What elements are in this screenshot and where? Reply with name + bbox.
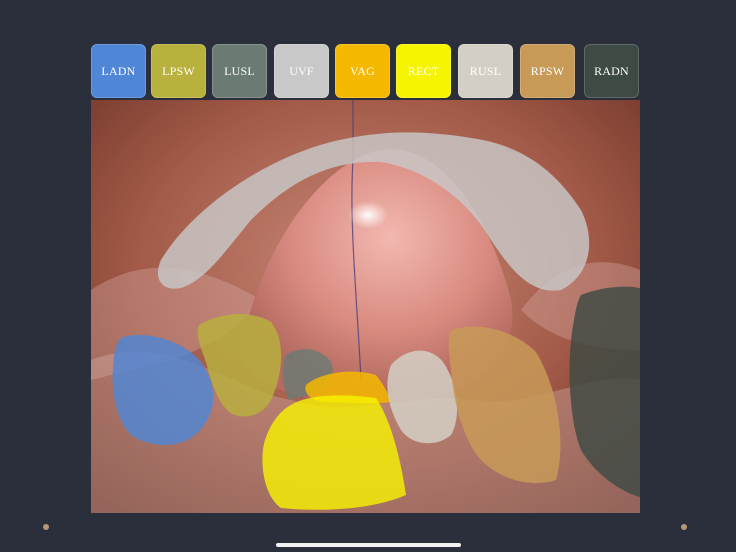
label-button-rpsw[interactable]: RPSW (520, 44, 575, 98)
surgical-image-canvas[interactable] (91, 100, 640, 513)
label-button-uvf[interactable]: UVF (274, 44, 329, 98)
right-indicator-dot (681, 524, 687, 530)
surgical-image[interactable] (91, 100, 640, 513)
label-button-rect[interactable]: RECT (396, 44, 451, 98)
home-indicator[interactable] (276, 543, 461, 547)
label-button-lpsw[interactable]: LPSW (151, 44, 206, 98)
left-indicator-dot (43, 524, 49, 530)
light-reflection (348, 201, 388, 229)
label-button-lusl[interactable]: LUSL (212, 44, 267, 98)
label-button-ladn[interactable]: LADN (91, 44, 146, 98)
label-toolbar: LADN LPSW LUSL UVF VAG RECT RUSL RPSW RA… (91, 44, 641, 100)
label-button-vag[interactable]: VAG (335, 44, 390, 98)
label-button-radn[interactable]: RADN (584, 44, 639, 98)
label-button-rusl[interactable]: RUSL (458, 44, 513, 98)
